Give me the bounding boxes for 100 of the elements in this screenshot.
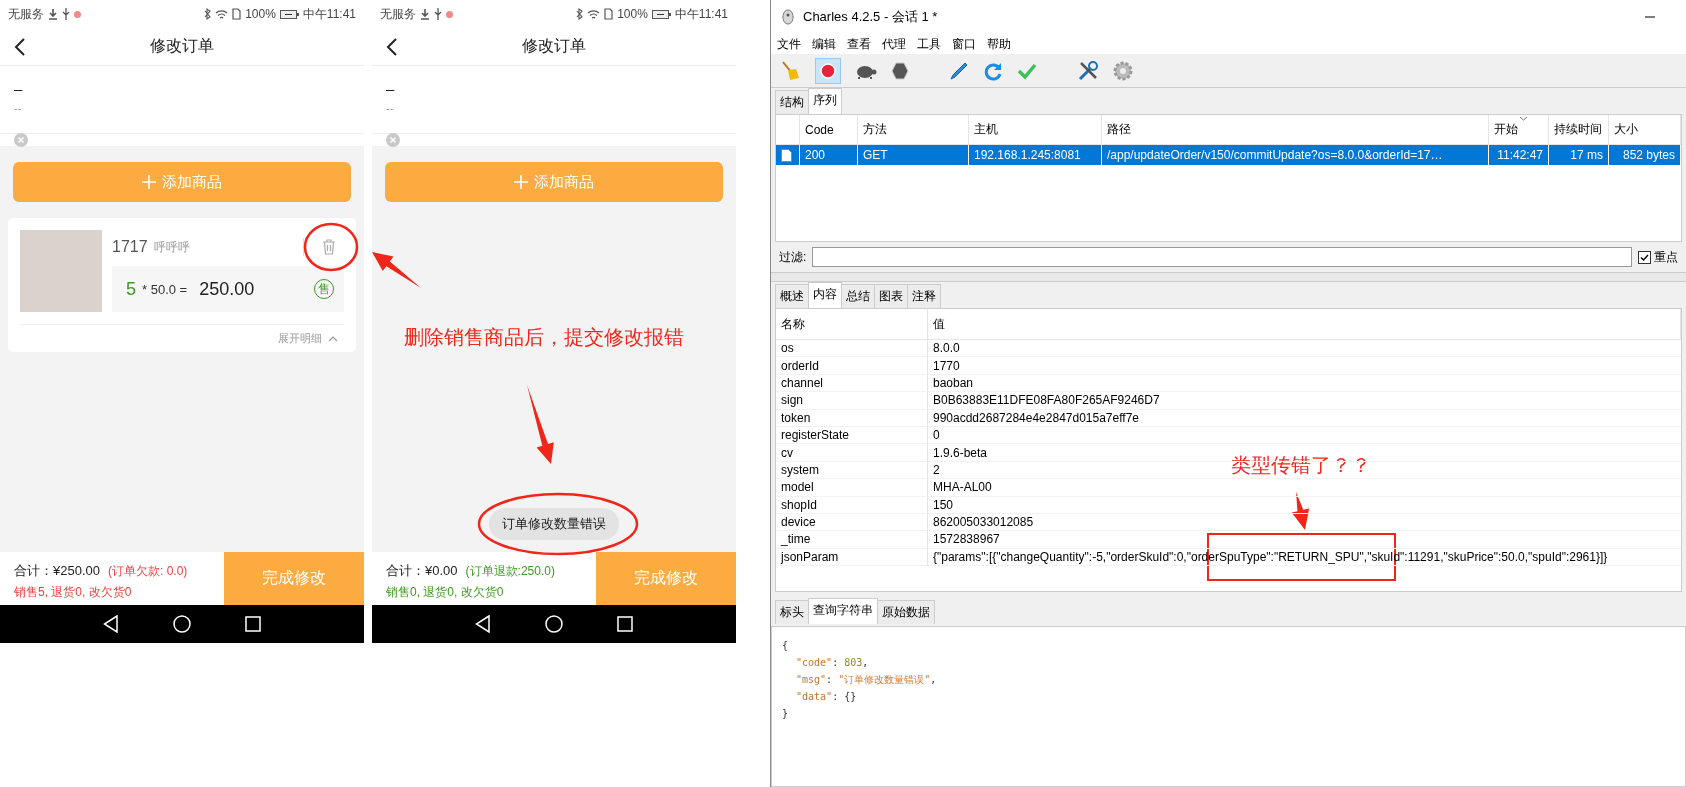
param-name: channel xyxy=(776,374,928,393)
filter-label: 过滤: xyxy=(779,248,807,266)
table-cell: /app/updateOrder/v150/commitUpdate?os=8.0.0&orderId=17… xyxy=(1102,145,1489,165)
param-name: os xyxy=(776,340,928,358)
tab[interactable]: 结构 xyxy=(775,90,809,114)
record-button[interactable] xyxy=(815,57,841,84)
param-value: 8.0.0 xyxy=(928,340,1681,358)
highlight-checkbox[interactable]: 重点 xyxy=(1638,248,1678,266)
code-line: { xyxy=(782,639,789,653)
annotation-text: 删除销售商品后，提交修改报错 xyxy=(404,325,684,350)
battery-level: 100% xyxy=(617,7,648,21)
broom-icon[interactable] xyxy=(779,59,801,82)
tab[interactable]: 标头 xyxy=(775,600,809,624)
battery-icon xyxy=(279,9,299,19)
param-name: jsonParam xyxy=(776,548,928,567)
tab[interactable]: 概述 xyxy=(775,284,809,308)
customer-phone: -- xyxy=(14,102,22,114)
customer-name: – xyxy=(386,80,395,97)
usb-icon xyxy=(62,8,70,20)
table-cell: 200 xyxy=(800,145,858,165)
unit-price: * 50.0 = xyxy=(142,281,188,297)
param-name: shopId xyxy=(776,496,928,514)
home-circle-icon[interactable] xyxy=(173,615,191,633)
app-icon xyxy=(781,9,795,25)
param-name: token xyxy=(776,409,928,427)
param-value: 990acdd2687284e4e2847d015a7eff7e xyxy=(928,409,1681,427)
menu-item[interactable]: 编辑 xyxy=(812,35,836,53)
code-line: "code": 803, xyxy=(795,656,869,670)
plus-icon xyxy=(142,175,156,189)
code-line: "data": {} xyxy=(795,690,857,704)
order-total: 合计：¥0.00 xyxy=(386,562,458,580)
filter-field[interactable] xyxy=(812,247,1632,267)
menu-item[interactable]: 查看 xyxy=(847,35,871,53)
customer-phone: -- xyxy=(386,102,394,114)
menu-item[interactable]: 窗口 xyxy=(952,35,976,53)
recents-square-icon[interactable] xyxy=(245,616,261,632)
bluetooth-icon xyxy=(204,8,212,20)
window-title: Charles 4.2.5 - 会话 1 * xyxy=(803,8,938,26)
recents-square-icon[interactable] xyxy=(617,616,633,632)
column-header[interactable]: 方法 xyxy=(858,115,969,144)
param-name: cv xyxy=(776,444,928,462)
tab[interactable]: 图表 xyxy=(874,284,908,308)
column-header[interactable]: 主机 xyxy=(969,115,1102,144)
back-triangle-icon[interactable] xyxy=(475,615,491,633)
param-name: _time xyxy=(776,531,928,549)
chevron-up-icon xyxy=(328,335,338,342)
download-icon xyxy=(420,8,430,20)
menu-item[interactable]: 帮助 xyxy=(987,35,1011,53)
menu-item[interactable]: 代理 xyxy=(882,35,906,53)
column-header[interactable]: 大小 xyxy=(1609,115,1681,144)
battery-level: 100% xyxy=(245,7,276,21)
code-line: "msg": "订单修改数量错误", xyxy=(795,673,937,687)
menu-item[interactable]: 工具 xyxy=(917,35,941,53)
table-cell: 11:42:47 xyxy=(1489,145,1549,165)
column-header[interactable]: Code xyxy=(800,115,858,144)
wifi-icon xyxy=(587,8,601,20)
check-icon[interactable] xyxy=(1017,61,1037,80)
tab[interactable]: 原始数据 xyxy=(877,600,935,624)
bluetooth-icon xyxy=(576,8,584,20)
request-row[interactable]: 200 GET 192.168.1.245:8081 /app/updateOrder/v150/commitUpdate?os=8.0.0&orderId=17… 11:42:47 17 ms 852 bytes xyxy=(776,145,1681,165)
quantity: 5 xyxy=(126,278,136,300)
stop-hexagon-icon[interactable] xyxy=(891,61,909,80)
param-value: MHA-AL00 xyxy=(928,479,1681,497)
home-circle-icon[interactable] xyxy=(545,615,563,633)
page-title: 修改订单 xyxy=(150,36,214,56)
param-name: device xyxy=(776,513,928,532)
tab[interactable]: 总结 xyxy=(841,284,875,308)
pen-icon[interactable] xyxy=(949,60,969,81)
menu-item[interactable]: 文件 xyxy=(777,35,801,53)
column-header[interactable]: 持续时间 xyxy=(1549,115,1609,144)
customer-name: – xyxy=(14,80,23,97)
column-header[interactable]: 路径 xyxy=(1102,115,1489,144)
back-triangle-icon[interactable] xyxy=(103,615,119,633)
document-icon xyxy=(781,148,792,162)
tab[interactable]: 序列 xyxy=(808,88,842,114)
tab[interactable]: 注释 xyxy=(907,284,941,308)
tools-icon[interactable] xyxy=(1077,59,1099,82)
table-cell: 17 ms xyxy=(1549,145,1609,165)
param-name: model xyxy=(776,479,928,497)
carrier-name: 无服务 xyxy=(8,5,44,23)
back-icon[interactable] xyxy=(386,38,398,56)
param-value: 0 xyxy=(928,426,1681,445)
back-icon[interactable] xyxy=(14,38,26,56)
usb-icon xyxy=(434,8,442,20)
tab[interactable]: 查询字符串 xyxy=(808,598,878,624)
download-icon xyxy=(48,8,58,20)
checkbox-icon xyxy=(1638,250,1651,264)
table-cell: GET xyxy=(858,145,969,165)
tab[interactable]: 内容 xyxy=(808,282,842,308)
column-header[interactable]: 开始 xyxy=(1489,115,1549,144)
param-name: sign xyxy=(776,392,928,410)
param-name: orderId xyxy=(776,357,928,375)
param-value: 1770 xyxy=(928,357,1681,375)
highlight-circle xyxy=(303,222,359,272)
notification-dot-icon xyxy=(74,10,81,18)
order-balance: (订单欠款: 0.0) xyxy=(108,563,188,580)
table-cell: 852 bytes xyxy=(1609,145,1681,165)
param-value: 1572838967 xyxy=(928,531,1681,549)
column-header: 名称 xyxy=(776,309,928,340)
wifi-icon xyxy=(215,8,229,20)
